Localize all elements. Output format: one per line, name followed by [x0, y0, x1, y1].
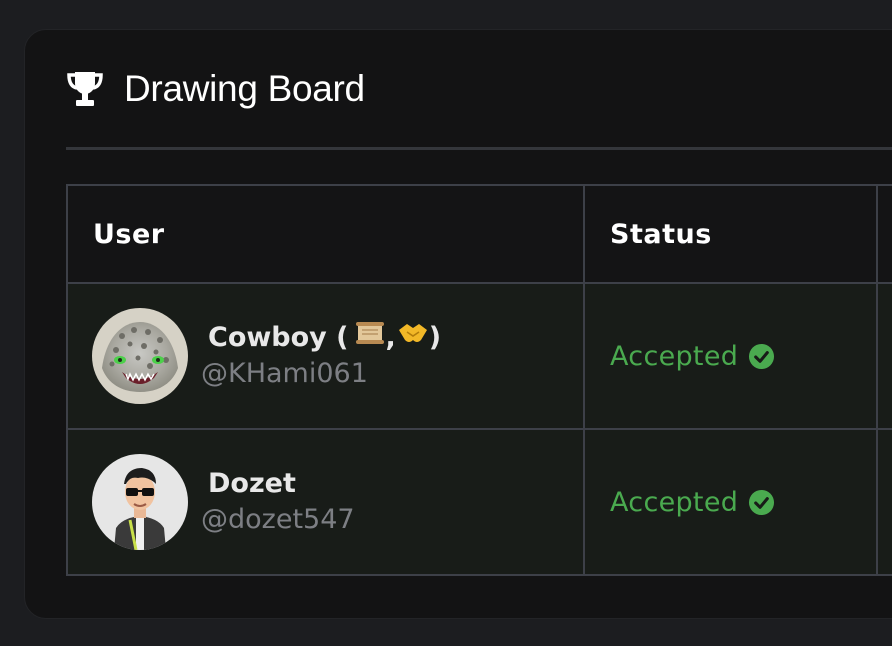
header-divider [66, 147, 892, 150]
user-handle[interactable]: @KHami061 [201, 356, 441, 392]
user-handle[interactable]: @dozet547 [201, 502, 355, 538]
table-row[interactable]: Dozet @dozet547 Accepted [68, 428, 892, 574]
column-header-user[interactable]: User [68, 219, 165, 250]
status-badge: Accepted [585, 487, 775, 518]
scroll-icon [355, 320, 385, 356]
status-badge: Accepted [585, 341, 775, 372]
table-row[interactable]: Cowboy ( ,) @KHami061 Accepted [68, 282, 892, 428]
user-display-name[interactable]: Cowboy ( ,) [201, 320, 441, 356]
check-circle-icon [749, 489, 775, 515]
trophy-icon [66, 69, 104, 109]
members-table: User Status Cowboy (,) @KHami061 Accep… [66, 184, 892, 576]
avatar[interactable] [92, 454, 188, 550]
board-title: Drawing Board [124, 68, 365, 109]
board-header: Drawing Board [66, 62, 365, 116]
table-header-row: User Status [68, 186, 892, 282]
user-display-name[interactable]: Dozet [201, 466, 355, 502]
avatar[interactable] [92, 308, 188, 404]
column-header-status[interactable]: Status [585, 219, 712, 250]
handshake-icon [397, 320, 429, 356]
check-circle-icon [749, 343, 775, 369]
